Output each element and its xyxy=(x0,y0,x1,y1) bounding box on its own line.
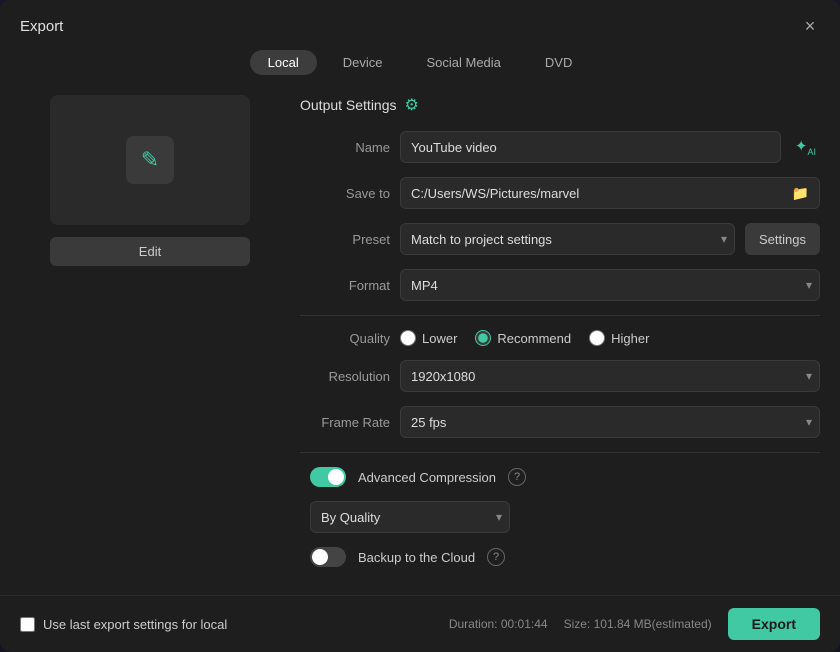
dialog-title: Export xyxy=(20,18,63,35)
preset-label: Preset xyxy=(300,232,390,247)
folder-button[interactable]: 📁 xyxy=(782,185,819,202)
quality-recommend-label: Recommend xyxy=(497,331,571,346)
use-last-settings-checkbox[interactable]: Use last export settings for local xyxy=(20,617,227,632)
backup-cloud-row: Backup to the Cloud ? xyxy=(300,547,820,567)
close-button[interactable]: × xyxy=(800,16,820,36)
tab-social-media[interactable]: Social Media xyxy=(408,50,518,75)
save-to-label: Save to xyxy=(300,186,390,201)
frame-rate-select-wrapper: 25 fps ▾ xyxy=(400,406,820,438)
title-bar: Export × xyxy=(0,0,840,44)
quality-radio-group: Lower Recommend Higher xyxy=(400,330,649,346)
preview-box: ✎ xyxy=(50,95,250,225)
format-label: Format xyxy=(300,278,390,293)
backup-cloud-label: Backup to the Cloud xyxy=(358,550,475,565)
resolution-select-wrapper: 1920x1080 ▾ xyxy=(400,360,820,392)
quality-higher-label: Higher xyxy=(611,331,649,346)
content-area: ✎ Edit Output Settings ⚙ Name ✦AI Save t… xyxy=(0,85,840,595)
frame-rate-row: Frame Rate 25 fps ▾ xyxy=(300,406,820,438)
preset-select[interactable]: Match to project settings xyxy=(400,223,735,255)
duration-info: Duration: 00:01:44 xyxy=(449,617,548,631)
backup-toggle-thumb xyxy=(312,549,328,565)
tab-dvd[interactable]: DVD xyxy=(527,50,590,75)
path-input-wrapper: 📁 xyxy=(400,177,820,209)
tab-local[interactable]: Local xyxy=(250,50,317,75)
frame-rate-label: Frame Rate xyxy=(300,415,390,430)
advanced-compression-row: Advanced Compression ? xyxy=(300,467,820,487)
ai-name-button[interactable]: ✦AI xyxy=(791,137,820,157)
export-button[interactable]: Export xyxy=(728,608,820,640)
advanced-compression-toggle[interactable] xyxy=(310,467,346,487)
toggle-thumb xyxy=(328,469,344,485)
section-header: Output Settings ⚙ xyxy=(300,95,820,115)
preset-select-wrapper: Match to project settings ▾ xyxy=(400,223,735,255)
by-quality-row: By Quality ▾ xyxy=(300,501,820,533)
quality-row: Quality Lower Recommend Higher xyxy=(300,330,820,346)
advanced-compression-label: Advanced Compression xyxy=(358,470,496,485)
advanced-compression-help-icon[interactable]: ? xyxy=(508,468,526,486)
right-panel: Output Settings ⚙ Name ✦AI Save to 📁 Pre… xyxy=(300,85,820,595)
resolution-select[interactable]: 1920x1080 xyxy=(400,360,820,392)
backup-cloud-help-icon[interactable]: ? xyxy=(487,548,505,566)
quality-recommend-radio[interactable] xyxy=(475,330,491,346)
name-label: Name xyxy=(300,140,390,155)
output-settings-icon: ⚙ xyxy=(405,95,419,115)
export-dialog: Export × Local Device Social Media DVD ✎… xyxy=(0,0,840,652)
name-row: Name ✦AI xyxy=(300,131,820,163)
edit-pencil-icon: ✎ xyxy=(126,136,174,184)
format-row: Format MP4 ▾ xyxy=(300,269,820,301)
name-input[interactable] xyxy=(400,131,781,163)
left-panel: ✎ Edit xyxy=(20,85,280,595)
tab-bar: Local Device Social Media DVD xyxy=(0,44,840,85)
quality-lower-label: Lower xyxy=(422,331,457,346)
quality-lower-radio[interactable] xyxy=(400,330,416,346)
resolution-label: Resolution xyxy=(300,369,390,384)
resolution-row: Resolution 1920x1080 ▾ xyxy=(300,360,820,392)
use-last-label: Use last export settings for local xyxy=(43,617,227,632)
edit-button[interactable]: Edit xyxy=(50,237,250,266)
save-to-row: Save to 📁 xyxy=(300,177,820,209)
size-info: Size: 101.84 MB(estimated) xyxy=(564,617,712,631)
preset-row: Preset Match to project settings ▾ Setti… xyxy=(300,223,820,255)
footer: Use last export settings for local Durat… xyxy=(0,595,840,652)
output-settings-label: Output Settings xyxy=(300,97,397,113)
frame-rate-select[interactable]: 25 fps xyxy=(400,406,820,438)
settings-button[interactable]: Settings xyxy=(745,223,820,255)
format-select-wrapper: MP4 ▾ xyxy=(400,269,820,301)
by-quality-select-wrapper: By Quality ▾ xyxy=(310,501,510,533)
divider2 xyxy=(300,452,820,453)
quality-lower-option[interactable]: Lower xyxy=(400,330,457,346)
quality-higher-option[interactable]: Higher xyxy=(589,330,649,346)
quality-recommend-option[interactable]: Recommend xyxy=(475,330,571,346)
backup-cloud-toggle[interactable] xyxy=(310,547,346,567)
format-select[interactable]: MP4 xyxy=(400,269,820,301)
save-to-input[interactable] xyxy=(401,180,782,207)
divider xyxy=(300,315,820,316)
use-last-checkbox-input[interactable] xyxy=(20,617,35,632)
tab-device[interactable]: Device xyxy=(325,50,401,75)
quality-label: Quality xyxy=(300,331,390,346)
quality-higher-radio[interactable] xyxy=(589,330,605,346)
by-quality-select[interactable]: By Quality xyxy=(310,501,510,533)
